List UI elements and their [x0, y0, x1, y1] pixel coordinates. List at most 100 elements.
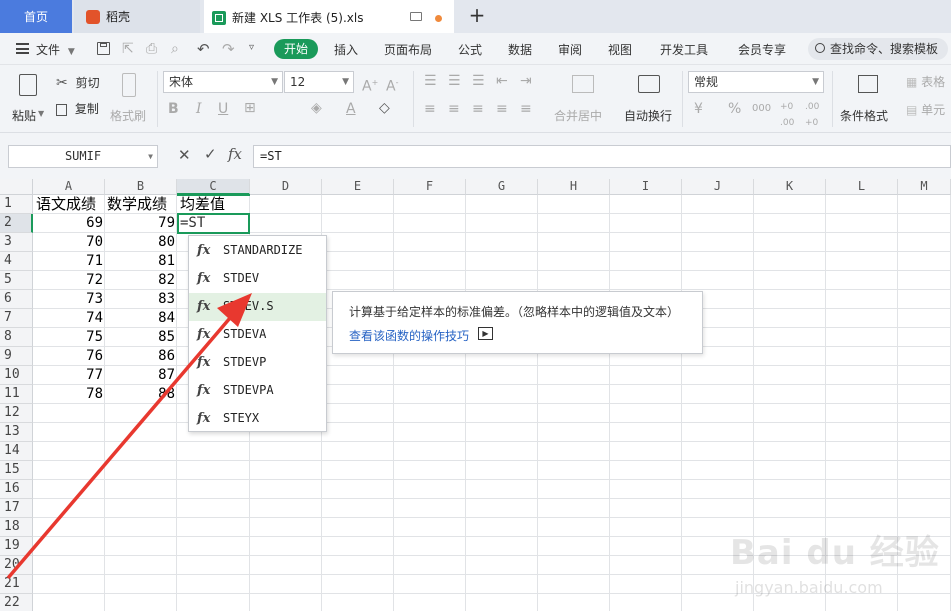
row-header-1[interactable]: 1 [0, 195, 33, 214]
percent-icon[interactable]: % [728, 101, 741, 117]
print-icon[interactable]: ⎙ [146, 41, 157, 57]
cell-B9[interactable]: 86 [106, 347, 177, 366]
menu-member[interactable]: 会员专享 [738, 41, 786, 58]
merge-center-button[interactable]: 合并居中 [554, 71, 614, 129]
cell-B11[interactable]: 88 [106, 385, 177, 404]
column-header-L[interactable]: L [826, 179, 898, 195]
border-icon[interactable]: ⊞ [244, 100, 256, 116]
autocomplete-item[interactable]: fx STDEVA [189, 321, 326, 349]
cell-A3[interactable]: 70 [34, 233, 105, 252]
name-box[interactable]: SUMIF ▼ [8, 145, 158, 168]
cell-B6[interactable]: 83 [106, 290, 177, 309]
row-header-22[interactable]: 22 [0, 594, 33, 611]
autocomplete-item[interactable]: fx STANDARDIZE [189, 237, 326, 265]
cell-B3[interactable]: 80 [106, 233, 177, 252]
insert-function-icon[interactable]: fx [228, 145, 242, 163]
redo-icon[interactable]: ↷ [222, 40, 235, 58]
cell-A6[interactable]: 73 [34, 290, 105, 309]
row-header-14[interactable]: 14 [0, 442, 33, 461]
cell-B2[interactable]: 79 [106, 214, 177, 233]
row-header-13[interactable]: 13 [0, 423, 33, 442]
video-play-icon[interactable]: ▶ [478, 327, 493, 340]
row-header-8[interactable]: 8 [0, 328, 33, 347]
menu-review[interactable]: 审阅 [558, 41, 582, 58]
row-header-3[interactable]: 3 [0, 233, 33, 252]
row-header-2[interactable]: 2 [0, 214, 33, 233]
formula-input[interactable]: =ST [253, 145, 951, 168]
currency-icon[interactable]: ¥ [694, 101, 703, 117]
cell-B4[interactable]: 81 [106, 252, 177, 271]
confirm-icon[interactable]: ✓ [204, 145, 217, 163]
align-bottom-icon[interactable]: ☰ [472, 73, 485, 89]
font-name-select[interactable]: 宋体 ▼ [163, 71, 283, 93]
cell-B1[interactable]: 数学成绩 [107, 195, 177, 214]
column-header-K[interactable]: K [754, 179, 826, 195]
cut-button[interactable]: ✂ 剪切 [56, 74, 100, 92]
copy-button[interactable]: 复制 [56, 100, 99, 118]
cell-C1[interactable]: 均差值 [180, 195, 250, 214]
row-header-15[interactable]: 15 [0, 461, 33, 480]
row-header-16[interactable]: 16 [0, 480, 33, 499]
row-header-11[interactable]: 11 [0, 385, 33, 404]
column-header-E[interactable]: E [322, 179, 394, 195]
row-header-9[interactable]: 9 [0, 347, 33, 366]
column-header-I[interactable]: I [610, 179, 682, 195]
cell-B7[interactable]: 84 [106, 309, 177, 328]
row-header-7[interactable]: 7 [0, 309, 33, 328]
autocomplete-item[interactable]: fx STDEVPA [189, 377, 326, 405]
tab-docer[interactable]: 稻壳 [74, 0, 200, 33]
row-header-21[interactable]: 21 [0, 575, 33, 594]
number-format-select[interactable]: 常规 ▼ [688, 71, 824, 93]
align-left-icon[interactable]: ≡ [424, 101, 436, 117]
cell-A9[interactable]: 76 [34, 347, 105, 366]
new-tab-button[interactable]: + [466, 4, 488, 28]
select-all-corner[interactable] [0, 179, 33, 195]
cell-B10[interactable]: 87 [106, 366, 177, 385]
thousands-icon[interactable]: 000 [752, 101, 771, 117]
column-header-F[interactable]: F [394, 179, 466, 195]
autocomplete-item[interactable]: fx STDEV.S [189, 293, 326, 321]
cell-A4[interactable]: 71 [34, 252, 105, 271]
format-painter-button[interactable]: 格式刷 [110, 71, 150, 129]
italic-icon[interactable]: I [196, 101, 202, 117]
row-header-12[interactable]: 12 [0, 404, 33, 423]
save-icon[interactable] [97, 42, 110, 55]
font-size-select[interactable]: 12 ▼ [284, 71, 354, 93]
bold-icon[interactable]: B [168, 101, 179, 117]
screen-icon[interactable] [410, 12, 422, 21]
row-header-10[interactable]: 10 [0, 366, 33, 385]
clear-format-icon[interactable]: ◇ [379, 100, 390, 116]
command-search[interactable]: 查找命令、搜索模板 [808, 38, 948, 60]
row-header-17[interactable]: 17 [0, 499, 33, 518]
column-header-M[interactable]: M [898, 179, 951, 195]
wrap-text-button[interactable]: 自动换行 [624, 71, 676, 129]
increase-decimal-icon[interactable]: +0.00 [780, 99, 794, 131]
autocomplete-item[interactable]: fx STEYX [189, 405, 326, 433]
cell-A8[interactable]: 75 [34, 328, 105, 347]
justify-icon[interactable]: ≡ [496, 101, 508, 117]
decrease-font-icon[interactable]: A- [386, 75, 398, 95]
quick-access-dropdown-icon[interactable]: ▿ [249, 42, 254, 53]
print-preview-icon[interactable]: ⌕ [171, 41, 179, 57]
decrease-decimal-icon[interactable]: .00 +0 [805, 99, 819, 131]
row-header-18[interactable]: 18 [0, 518, 33, 537]
menu-page-layout[interactable]: 页面布局 [384, 41, 432, 58]
menu-data[interactable]: 数据 [508, 41, 532, 58]
column-header-G[interactable]: G [466, 179, 538, 195]
cell-A2[interactable]: 69 [34, 214, 105, 233]
tab-home[interactable]: 首页 [0, 0, 72, 33]
align-right-icon[interactable]: ≡ [472, 101, 484, 117]
active-cell-C2[interactable]: =ST [177, 213, 250, 234]
indent-increase-icon[interactable]: ⇥ [520, 73, 532, 89]
fill-color-icon[interactable]: ◈ [311, 100, 322, 116]
align-center-icon[interactable]: ≡ [448, 101, 460, 117]
function-tips-link[interactable]: 查看该函数的操作技巧 [349, 327, 469, 344]
export-icon[interactable]: ⇱ [122, 41, 134, 57]
autocomplete-item[interactable]: fx STDEV [189, 265, 326, 293]
font-color-icon[interactable]: A [346, 101, 356, 117]
increase-font-icon[interactable]: A+ [362, 75, 378, 95]
indent-decrease-icon[interactable]: ⇤ [496, 73, 508, 89]
column-header-D[interactable]: D [250, 179, 322, 195]
row-header-6[interactable]: 6 [0, 290, 33, 309]
cancel-icon[interactable]: ✕ [178, 146, 191, 164]
